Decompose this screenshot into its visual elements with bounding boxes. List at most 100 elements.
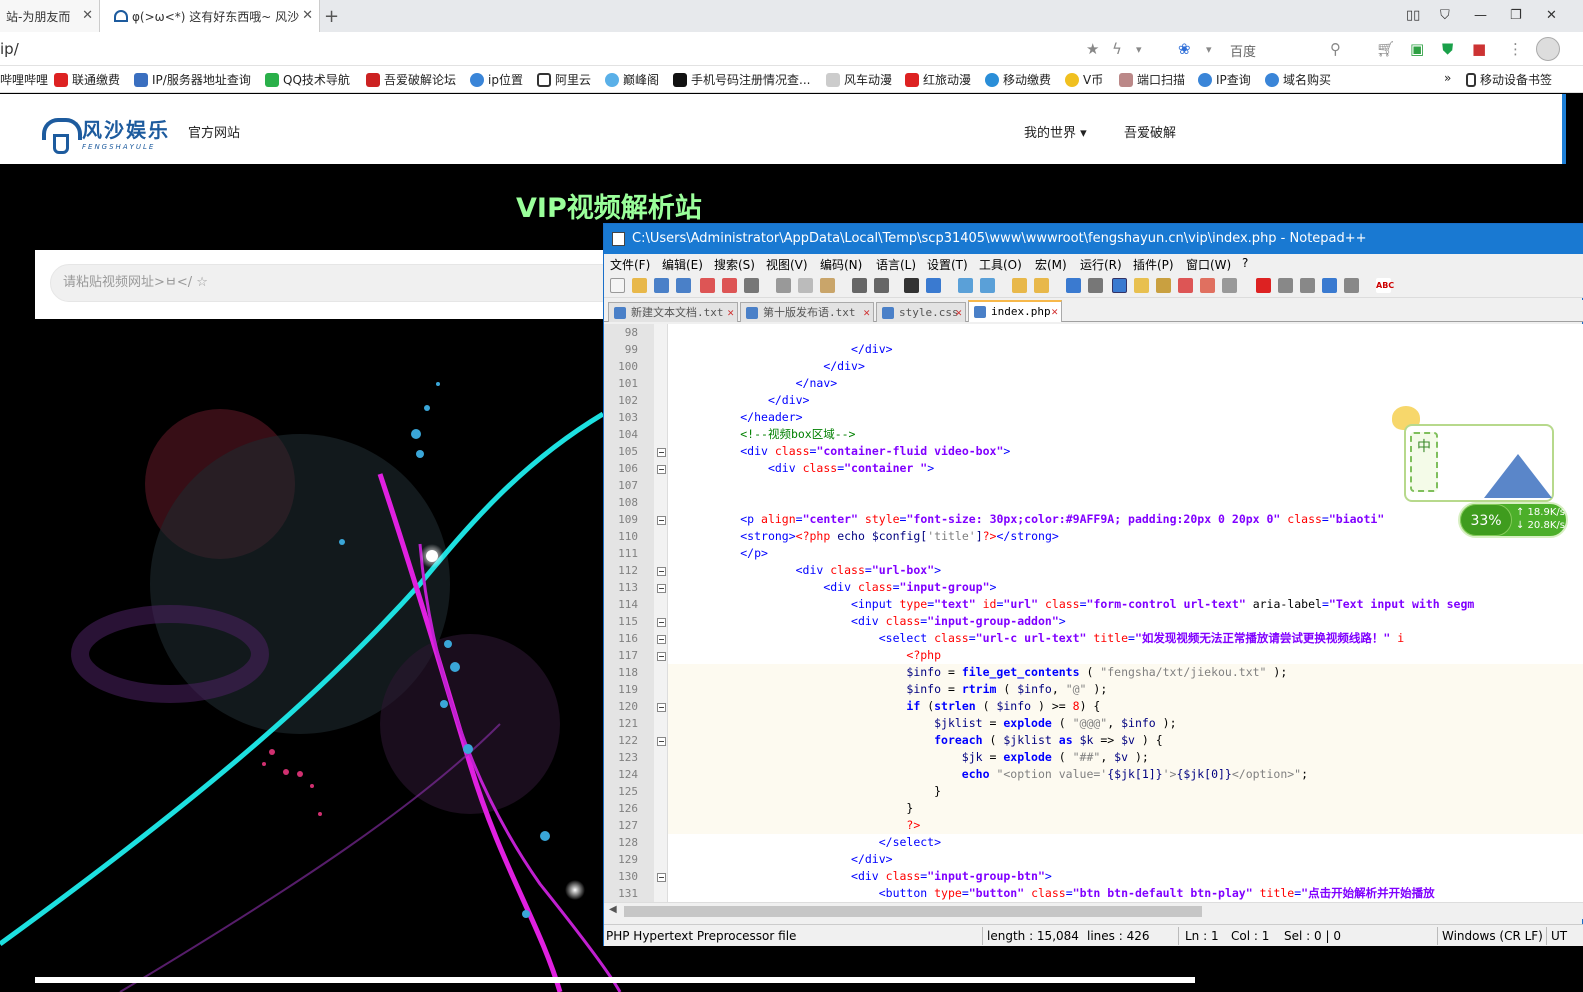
bookmark-item[interactable]: 移动缴费 <box>985 71 1051 88</box>
url-input[interactable]: ip/ <box>0 40 19 58</box>
bookmarks-more[interactable]: » <box>1444 71 1451 85</box>
monitor-icon[interactable] <box>1222 278 1237 293</box>
menu-edit[interactable]: 编辑(E) <box>662 256 703 273</box>
chevron-down-icon[interactable]: ▾ <box>1136 43 1142 56</box>
shirt-skin-icon[interactable]: ⛉ <box>1440 8 1450 23</box>
menu-view[interactable]: 视图(V) <box>766 256 808 273</box>
minimize-icon[interactable]: — <box>1474 8 1487 23</box>
save-all-icon[interactable] <box>676 278 691 293</box>
replace-icon[interactable] <box>926 278 941 293</box>
bookmark-item[interactable]: 巅峰阁 <box>605 71 659 88</box>
zoom-out-icon[interactable] <box>980 278 995 293</box>
menu-dots-icon[interactable]: ⋮ <box>1508 40 1523 58</box>
bookmark-item[interactable]: 红旅动漫 <box>905 71 971 88</box>
menu-search[interactable]: 搜索(S) <box>714 256 755 273</box>
bookmark-item[interactable]: IP查询 <box>1198 71 1251 88</box>
nav-52pojie[interactable]: 吾爱破解 <box>1124 122 1176 141</box>
shield-icon[interactable]: ⛊ <box>1442 40 1453 58</box>
fold-toggle-icon[interactable] <box>657 737 666 746</box>
menu-run[interactable]: 运行(R) <box>1080 256 1122 273</box>
sync-h-icon[interactable] <box>1034 278 1049 293</box>
bookmark-item[interactable]: 吾爱破解论坛 <box>366 71 456 88</box>
close-tab-icon[interactable]: ✕ <box>1051 302 1058 322</box>
print-icon[interactable] <box>744 278 759 293</box>
network-speed-widget[interactable]: 中 33% ↑ 18.9K/s ↓ 20.8K/s <box>1388 402 1583 542</box>
spellcheck-icon[interactable]: ABC <box>1376 278 1394 293</box>
star-icon[interactable]: ★ <box>1086 40 1099 58</box>
run-macro-multiple-icon[interactable] <box>1322 278 1337 293</box>
fold-toggle-icon[interactable] <box>657 465 666 474</box>
lang-icon[interactable] <box>1134 278 1149 293</box>
nav-official-site[interactable]: 官方网站 <box>188 122 240 141</box>
fold-toggle-icon[interactable] <box>657 584 666 593</box>
function-list-icon[interactable] <box>1178 278 1193 293</box>
bookmark-item[interactable]: 阿里云 <box>537 71 591 88</box>
lightning-icon[interactable]: ϟ <box>1112 40 1122 58</box>
nav-my-world[interactable]: 我的世界 ▾ <box>1024 122 1087 141</box>
paste-icon[interactable] <box>820 278 835 293</box>
bookmark-item[interactable]: 哔哩哔哩 <box>0 71 48 88</box>
save-icon[interactable] <box>654 278 669 293</box>
avatar[interactable] <box>1536 37 1560 61</box>
new-tab-icon[interactable]: + <box>324 6 339 27</box>
menu-plugins[interactable]: 插件(P) <box>1133 256 1174 273</box>
fold-toggle-icon[interactable] <box>657 448 666 457</box>
browser-tab-active[interactable]: φ(>ω<*) 这有好东西哦~ 风沙 ✕ <box>100 0 320 32</box>
fold-toggle-icon[interactable] <box>657 652 666 661</box>
copy-icon[interactable] <box>798 278 813 293</box>
close-file-icon[interactable] <box>700 278 715 293</box>
menu-encoding[interactable]: 编码(N) <box>820 256 862 273</box>
zoom-in-icon[interactable] <box>958 278 973 293</box>
sync-v-icon[interactable] <box>1012 278 1027 293</box>
close-window-icon[interactable]: ✕ <box>1546 8 1557 23</box>
close-tab-icon[interactable]: ✕ <box>82 8 93 23</box>
fold-toggle-icon[interactable] <box>657 703 666 712</box>
close-tab-icon[interactable]: ✕ <box>955 303 962 323</box>
menu-window[interactable]: 窗口(W) <box>1186 256 1231 273</box>
stop-macro-icon[interactable] <box>1278 278 1293 293</box>
fold-toggle-icon[interactable] <box>657 567 666 576</box>
menu-language[interactable]: 语言(L) <box>876 256 916 273</box>
indent-guide-icon[interactable] <box>1112 278 1127 293</box>
play-macro-icon[interactable] <box>1300 278 1315 293</box>
close-all-icon[interactable] <box>722 278 737 293</box>
file-tab[interactable]: 新建文本文档.txt ✕ <box>608 302 738 322</box>
menu-settings[interactable]: 设置(T) <box>927 256 968 273</box>
close-tab-icon[interactable]: ✕ <box>302 8 313 23</box>
browser-tab[interactable]: 站-为朋友而 ✕ <box>0 0 100 32</box>
lock-icon[interactable]: ▣ <box>1410 40 1424 58</box>
bookmark-item[interactable]: IP/服务器地址查询 <box>134 71 251 88</box>
cart-icon[interactable]: 🛒︎ <box>1376 40 1395 58</box>
extension-icon[interactable]: ■ <box>1472 40 1486 58</box>
find-icon[interactable] <box>904 278 919 293</box>
bookmark-item[interactable]: 域名购买 <box>1265 71 1331 88</box>
fold-toggle-icon[interactable] <box>657 618 666 627</box>
word-wrap-icon[interactable] <box>1066 278 1081 293</box>
redo-icon[interactable] <box>874 278 889 293</box>
record-macro-icon[interactable] <box>1256 278 1271 293</box>
file-tab[interactable]: style.css ✕ <box>876 302 966 322</box>
search-icon[interactable]: ⚲ <box>1330 40 1341 58</box>
maximize-icon[interactable]: ❐ <box>1510 8 1522 23</box>
window-titlebar[interactable]: C:\Users\Administrator\AppData\Local\Tem… <box>604 224 1583 254</box>
bookmark-item[interactable]: 联通缴费 <box>54 71 120 88</box>
new-file-icon[interactable] <box>610 278 625 293</box>
video-url-input[interactable]: 请粘贴视频网址>ㅂ</ ☆ <box>50 264 620 302</box>
undo-icon[interactable] <box>852 278 867 293</box>
open-file-icon[interactable] <box>632 278 647 293</box>
menu-tools[interactable]: 工具(O) <box>979 256 1022 273</box>
mobile-bookmarks[interactable]: 移动设备书签 <box>1466 71 1552 88</box>
bookmark-item[interactable]: 手机号码注册情况查... <box>673 71 810 88</box>
bookmark-item[interactable]: 端口扫描 <box>1119 71 1185 88</box>
horizontal-scrollbar[interactable]: ◀ <box>604 902 1583 919</box>
save-macro-icon[interactable] <box>1344 278 1359 293</box>
folder-workspace-icon[interactable] <box>1200 278 1215 293</box>
doc-map-icon[interactable] <box>1156 278 1171 293</box>
scroll-thumb[interactable] <box>624 906 1202 917</box>
fold-toggle-icon[interactable] <box>657 873 666 882</box>
scroll-left-icon[interactable]: ◀ <box>609 904 617 915</box>
bookmark-item[interactable]: QQ技术导航 <box>265 71 350 88</box>
menu-file[interactable]: 文件(F) <box>610 256 650 273</box>
chevron-down-icon[interactable]: ▾ <box>1206 43 1212 56</box>
cut-icon[interactable] <box>776 278 791 293</box>
